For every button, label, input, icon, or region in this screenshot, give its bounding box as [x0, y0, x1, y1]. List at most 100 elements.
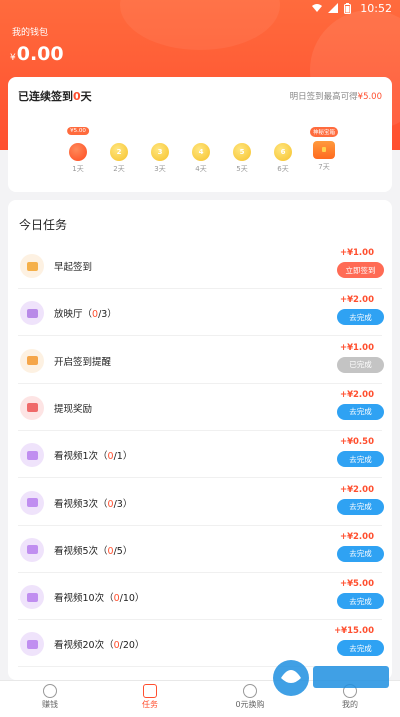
- task-row: 开启签到提醒 +¥1.00 已完成: [8, 337, 392, 384]
- task-name-text: 看视频3次（: [54, 498, 108, 510]
- task-name: 看视频1次（0/1）: [54, 448, 132, 462]
- checkin-note-text: 明日签到最高可得: [289, 92, 358, 102]
- nav-item[interactable]: 任务: [100, 681, 200, 717]
- checkin-day: 2 2天: [104, 127, 134, 174]
- coin-icon: 5: [233, 143, 251, 161]
- shop-nav-icon: [243, 684, 257, 698]
- task-icon: [20, 254, 44, 278]
- task-reward: +¥2.00: [339, 389, 374, 400]
- task-name-text: 早起签到: [54, 262, 93, 273]
- checkin-day: 神秘宝箱 7天: [309, 127, 339, 172]
- task-name: 早起签到: [54, 259, 92, 273]
- wallet-currency: ¥: [10, 53, 16, 63]
- task-action-button[interactable]: 去完成: [337, 498, 384, 515]
- task-name: 看视频20次（0/20）: [54, 637, 144, 651]
- task-icon: [20, 585, 44, 610]
- task-row: 看视频10次（0/10） +¥5.00 去完成: [8, 573, 392, 621]
- checkin-streak-days: 0: [73, 90, 81, 103]
- checkin-day: ¥5.00 1天: [63, 127, 93, 174]
- coin-icon: 2: [110, 143, 128, 161]
- checkin-day-label: 7天: [318, 163, 330, 171]
- checkin-day-label: 4天: [195, 165, 207, 173]
- task-action-button[interactable]: 去完成: [337, 545, 384, 562]
- task-icon: [20, 632, 44, 657]
- task-row: 放映厅（0/3） +¥2.00 去完成: [8, 289, 392, 337]
- task-row: 提现奖励 +¥2.00 去完成: [8, 384, 392, 431]
- task-reward: +¥1.00: [339, 342, 374, 353]
- task-reward: +¥5.00: [339, 579, 374, 590]
- task-name-text: 提现奖励: [54, 403, 93, 415]
- task-progress-total: /10）: [119, 593, 145, 605]
- checkin-day: 6 6天: [268, 127, 298, 174]
- task-name-text: 放映厅（: [54, 309, 93, 321]
- task-progress-total: /3）: [98, 309, 117, 321]
- nav-label: 任务: [142, 700, 158, 709]
- checkin-day: 3 3天: [145, 127, 175, 174]
- task-row: 看视频3次（0/3） +¥2.00 去完成: [8, 479, 392, 526]
- status-time: 10:52: [360, 1, 392, 15]
- task-name-text: 看视频10次（: [54, 593, 114, 605]
- task-nav-icon: [143, 684, 157, 698]
- tasks-title: 今日任务: [19, 218, 68, 232]
- profile-nav-icon: [343, 684, 357, 698]
- coin-icon: 3: [151, 143, 169, 161]
- task-reward: +¥15.00: [334, 626, 374, 637]
- battery-icon: [344, 3, 354, 14]
- task-icon: [20, 443, 44, 468]
- task-name-text: 看视频5次（: [54, 545, 108, 557]
- task-name: 看视频5次（0/5）: [54, 543, 132, 557]
- checkin-days: ¥5.00 1天 2 2天 3 3天 4 4天 5 5天 6 6天 神秘宝箱 7天: [63, 127, 353, 187]
- task-reward: +¥1.00: [339, 248, 374, 258]
- task-action-button[interactable]: 去完成: [337, 403, 384, 420]
- coin-nav-icon: [43, 684, 57, 698]
- task-name-text: 看视频1次（: [54, 451, 108, 463]
- task-row: 看视频5次（0/5） +¥2.00 去完成: [8, 526, 392, 573]
- nav-label: 0元换购: [235, 700, 265, 709]
- nav-item[interactable]: 0元换购: [200, 681, 300, 717]
- task-row: 看视频20次（0/20） +¥15.00 去完成: [8, 620, 392, 668]
- task-reward: +¥2.00: [339, 531, 374, 542]
- checkin-day-tag: ¥5.00: [67, 127, 89, 135]
- checkin-day-label: 6天: [277, 165, 289, 173]
- checkin-note-amount: ¥5.00: [357, 92, 382, 102]
- task-action-button[interactable]: 去完成: [337, 451, 384, 468]
- task-action-button: 已完成: [337, 356, 384, 373]
- task-action-button[interactable]: 去完成: [337, 640, 384, 657]
- task-action-button[interactable]: 去完成: [337, 593, 384, 610]
- task-reward: +¥2.00: [339, 484, 374, 495]
- task-progress-total: /5）: [113, 545, 133, 557]
- nav-label: 赚钱: [42, 700, 58, 709]
- checkin-day: 4 4天: [186, 127, 216, 174]
- task-icon: [20, 537, 44, 562]
- divider: [18, 666, 382, 668]
- wifi-icon: [312, 3, 323, 13]
- status-bar: 10:52: [312, 0, 392, 16]
- checkin-streak: 已连续签到0天: [18, 88, 92, 104]
- checkin-day-label: 5天: [236, 165, 248, 173]
- wallet-amount: ¥0.00: [10, 43, 64, 65]
- task-name-text: 看视频20次（: [54, 640, 114, 652]
- heart-coin-icon: [69, 143, 87, 161]
- checkin-tomorrow-note: 明日签到最高可得¥5.00: [290, 90, 382, 102]
- coin-icon: 4: [192, 143, 210, 161]
- task-name: 看视频10次（0/10）: [54, 590, 144, 604]
- task-action-button[interactable]: 立即签到: [337, 262, 384, 278]
- task-icon: [20, 395, 44, 420]
- wallet-label: 我的钱包: [12, 28, 49, 38]
- task-progress-total: /1）: [113, 451, 133, 463]
- nav-item[interactable]: 我的: [300, 681, 400, 717]
- checkin-card: 已连续签到0天 明日签到最高可得¥5.00 ¥5.00 1天 2 2天 3 3天 4 4天 5 5…: [8, 77, 392, 192]
- checkin-streak-suffix: 天: [80, 90, 92, 103]
- task-action-button[interactable]: 去完成: [337, 309, 384, 326]
- nav-label: 我的: [342, 700, 358, 709]
- checkin-day-label: 3天: [154, 165, 166, 173]
- task-name: 放映厅（0/3）: [54, 306, 117, 320]
- task-icon: [20, 490, 44, 515]
- task-name-text: 开启签到提醒: [54, 356, 112, 368]
- task-name: 看视频3次（0/3）: [54, 496, 132, 510]
- task-row: 早起签到 +¥1.00 立即签到: [8, 242, 392, 289]
- checkin-day-tag: 神秘宝箱: [309, 127, 339, 137]
- wallet-amount-value: 0.00: [16, 43, 64, 65]
- nav-item[interactable]: 赚钱: [0, 681, 100, 717]
- task-name: 开启签到提醒: [54, 354, 111, 368]
